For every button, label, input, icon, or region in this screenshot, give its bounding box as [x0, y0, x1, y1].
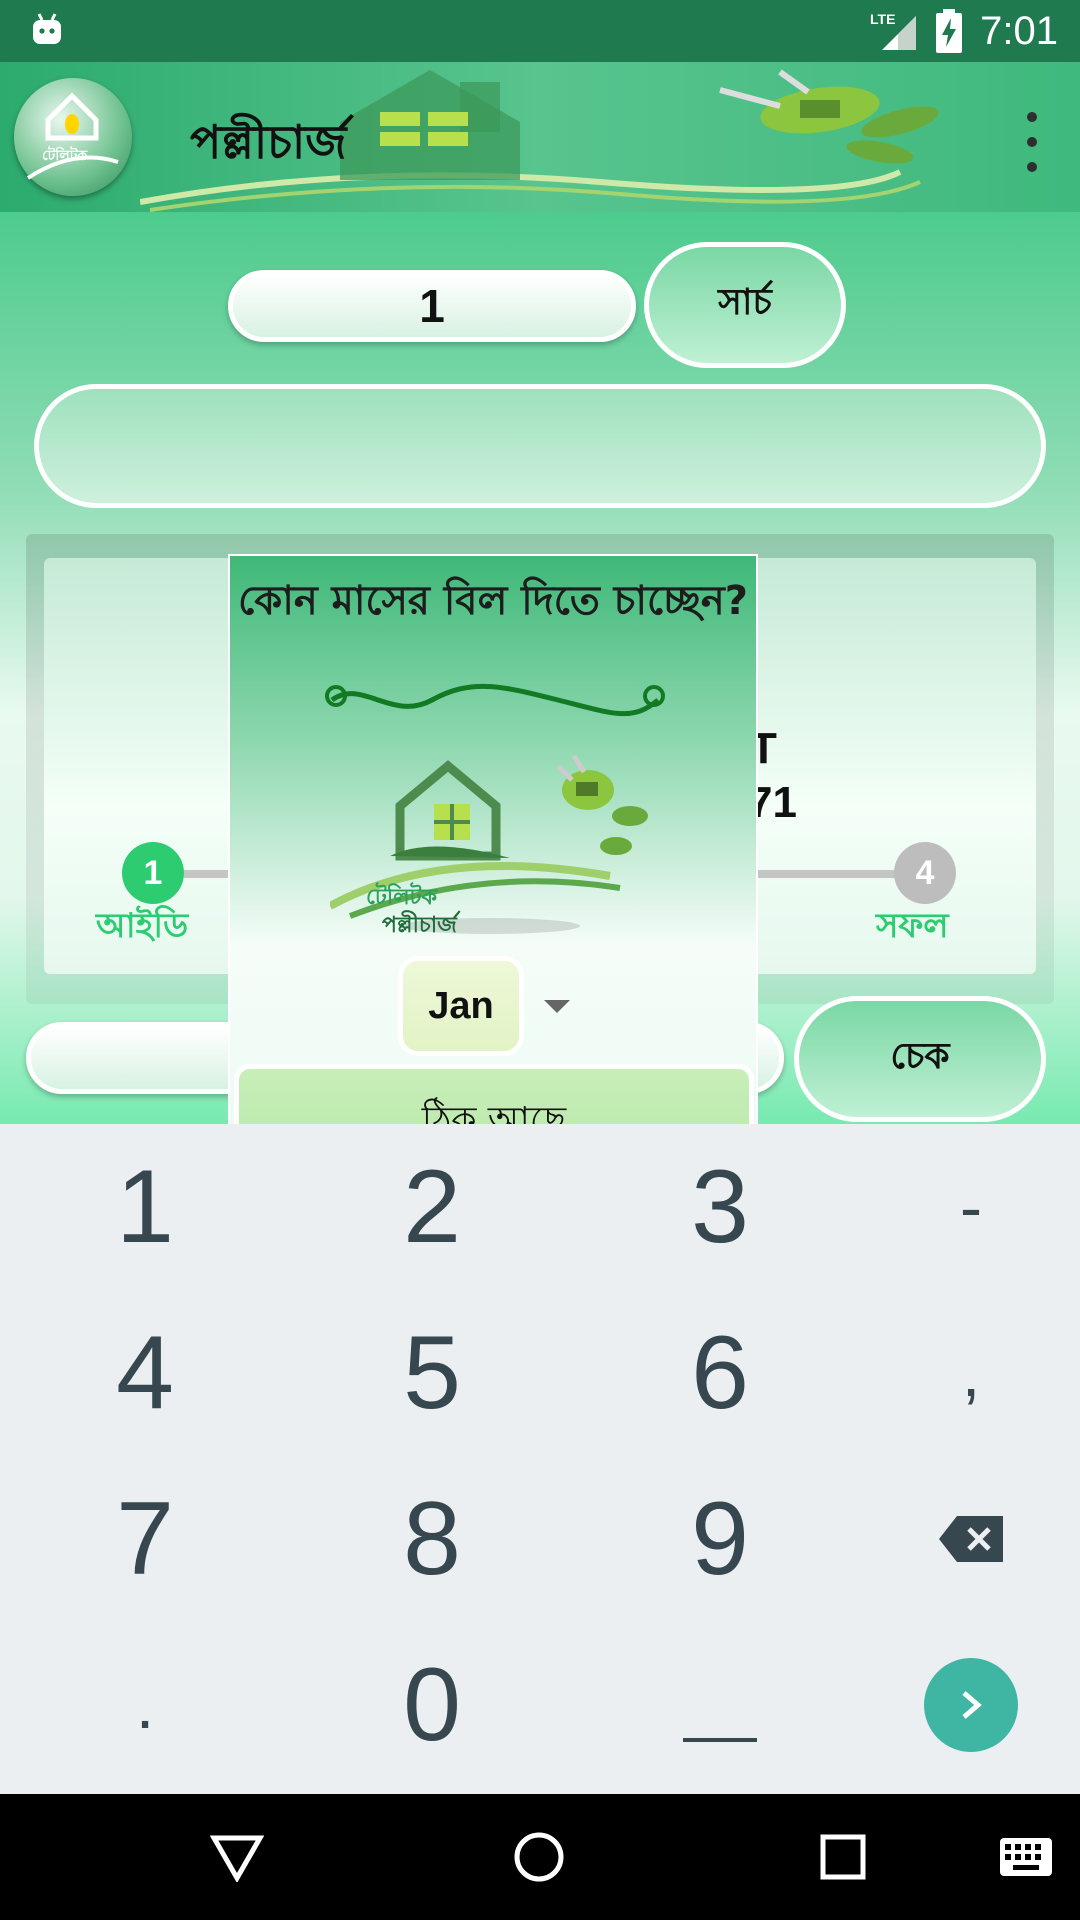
- app-bar: টেলিটক পল্লীচার্জ: [0, 62, 1080, 212]
- app-title: পল্লীচার্জ: [190, 115, 347, 169]
- month-dropdown[interactable]: Jan: [398, 956, 524, 1056]
- key-1[interactable]: 1: [10, 1124, 280, 1290]
- logo-text-pollicharge: পল্লীচার্জ: [382, 913, 457, 938]
- backspace-key[interactable]: [836, 1456, 1080, 1622]
- key-6[interactable]: 6: [585, 1290, 855, 1456]
- key-minus[interactable]: -: [836, 1124, 1080, 1290]
- numeric-keyboard: 1 2 3 - 4 5 6 , 7 8 9 . 0: [0, 1124, 1080, 1794]
- dropdown-arrow-icon[interactable]: [544, 1000, 570, 1013]
- app-logo: টেলিটক: [14, 78, 132, 196]
- search-input[interactable]: 1: [228, 270, 636, 342]
- step-4-label: সফল: [876, 906, 949, 946]
- main-content: 1 সার্চ T 71 1 আইডি 4 সফল 1027014981988 …: [0, 212, 1080, 1124]
- check-button[interactable]: চেক: [794, 996, 1046, 1122]
- month-picker-dialog: কোন মাসের বিল দিতে চাচ্ছেন? টেলিটক পল্লী…: [228, 554, 758, 1124]
- ok-button[interactable]: ঠিক আছে: [234, 1064, 754, 1124]
- back-triangle-icon: [210, 1835, 264, 1882]
- key-8[interactable]: 8: [297, 1456, 567, 1622]
- backspace-icon: [939, 1516, 1003, 1562]
- step-1-label: আইডি: [96, 906, 189, 946]
- keyboard-icon: [1000, 1838, 1052, 1876]
- navigation-bar: [0, 1794, 1080, 1920]
- step-connector-right: [756, 870, 896, 878]
- status-time: 7:01: [980, 8, 1058, 53]
- home-circle-icon: [514, 1832, 564, 1882]
- key-3[interactable]: 3: [585, 1124, 855, 1290]
- info-pill: [34, 384, 1046, 508]
- key-5[interactable]: 5: [297, 1290, 567, 1456]
- overflow-menu-button[interactable]: [1024, 112, 1040, 172]
- android-notification-icon: [33, 13, 61, 44]
- space-key[interactable]: [585, 1622, 855, 1788]
- key-2[interactable]: 2: [297, 1124, 567, 1290]
- space-bar-icon: [683, 1738, 757, 1742]
- back-button[interactable]: [204, 1824, 270, 1890]
- key-4[interactable]: 4: [10, 1290, 280, 1456]
- status-bar: LTE 7:01: [0, 0, 1080, 62]
- key-comma[interactable]: ,: [836, 1290, 1080, 1456]
- chevron-right-icon: [962, 1691, 982, 1719]
- go-key[interactable]: [836, 1622, 1080, 1788]
- decorative-swash: [325, 683, 665, 717]
- key-0[interactable]: 0: [297, 1622, 567, 1788]
- key-dot[interactable]: .: [10, 1622, 280, 1788]
- key-7[interactable]: 7: [10, 1456, 280, 1622]
- recents-button[interactable]: [810, 1824, 876, 1890]
- search-button[interactable]: সার্চ: [644, 242, 846, 368]
- step-1-indicator: 1: [122, 842, 184, 904]
- svg-text:LTE: LTE: [870, 11, 895, 27]
- dialog-title: কোন মাসের বিল দিতে চাচ্ছেন?: [238, 578, 748, 624]
- home-button[interactable]: [506, 1824, 572, 1890]
- lte-signal-icon: LTE: [870, 11, 917, 50]
- battery-charging-icon: [936, 9, 963, 53]
- key-9[interactable]: 9: [585, 1456, 855, 1622]
- recents-square-icon: [820, 1834, 866, 1880]
- step-4-indicator: 4: [894, 842, 956, 904]
- keyboard-switch-button[interactable]: [994, 1824, 1058, 1890]
- go-button[interactable]: [924, 1658, 1018, 1752]
